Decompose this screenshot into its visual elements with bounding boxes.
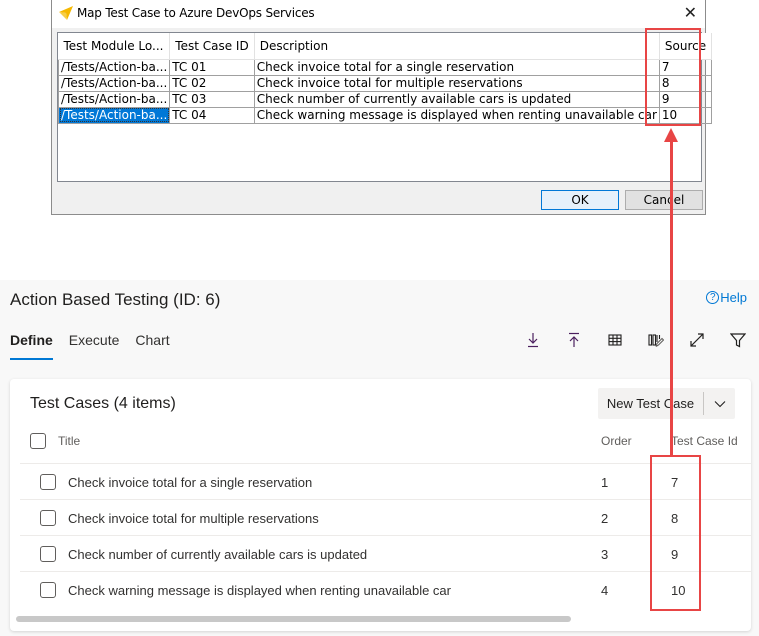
tab-execute[interactable]: Execute xyxy=(69,332,120,360)
test-case-id: 7 xyxy=(671,475,679,490)
test-case-order: 3 xyxy=(601,547,609,562)
cell-module-selected[interactable]: /Tests/Action-ba... xyxy=(57,106,171,124)
new-test-case-button[interactable]: New Test Case xyxy=(598,388,703,419)
col-header-source[interactable]: Source xyxy=(659,33,713,60)
test-case-title[interactable]: Check invoice total for a single reserva… xyxy=(68,475,312,490)
horizontal-scrollbar[interactable] xyxy=(16,616,571,622)
cell-test-case-id[interactable]: TC 01 xyxy=(169,58,255,76)
row-checkbox[interactable] xyxy=(40,582,56,598)
select-all-checkbox[interactable] xyxy=(30,433,46,449)
test-case-id: 8 xyxy=(671,511,679,526)
row-checkbox[interactable] xyxy=(40,510,56,526)
filter-button[interactable] xyxy=(717,330,758,350)
expand-icon xyxy=(689,333,704,347)
card-title: Test Cases (4 items) xyxy=(30,395,176,412)
mapping-grid: Test Module Lo... Test Case ID Descripti… xyxy=(57,32,713,182)
cell-test-case-id[interactable]: TC 03 xyxy=(169,90,255,108)
ok-button[interactable]: OK xyxy=(541,190,619,210)
grid-header-row: Test Module Lo... Test Case ID Descripti… xyxy=(58,33,713,60)
grid-row[interactable]: /Tests/Action-ba... TC 01 Check invoice … xyxy=(57,58,713,76)
grid-row-selected[interactable]: /Tests/Action-ba... TC 04 Check warning … xyxy=(57,106,713,124)
col-header-test-case-id[interactable]: Test Case ID xyxy=(169,33,255,60)
grid-row[interactable]: /Tests/Action-ba... TC 02 Check invoice … xyxy=(57,74,713,92)
filter-icon xyxy=(729,333,746,348)
tab-chart[interactable]: Chart xyxy=(135,332,169,360)
test-cases-card: Test Cases (4 items) New Test Case Title… xyxy=(10,379,751,631)
toolbar xyxy=(512,330,758,350)
export-button[interactable] xyxy=(512,330,553,350)
dialog-titlebar[interactable]: Map Test Case to Azure DevOps Services ✕ xyxy=(52,0,705,28)
grid-icon xyxy=(607,334,622,346)
test-case-row[interactable]: Check invoice total for multiple reserva… xyxy=(20,499,751,535)
test-case-title[interactable]: Check warning message is displayed when … xyxy=(68,583,451,598)
test-case-row[interactable]: Check invoice total for a single reserva… xyxy=(20,463,751,499)
chevron-down-icon xyxy=(714,400,725,407)
test-case-row[interactable]: Check number of currently available cars… xyxy=(20,535,751,571)
cell-description[interactable]: Check invoice total for a single reserva… xyxy=(253,58,660,76)
column-options-icon xyxy=(647,334,664,347)
cell-source[interactable]: 10 xyxy=(658,106,713,124)
app-logo-icon xyxy=(59,6,73,20)
map-test-case-dialog: Map Test Case to Azure DevOps Services ✕… xyxy=(51,0,713,215)
cell-test-case-id[interactable]: TC 04 xyxy=(169,106,255,124)
import-button[interactable] xyxy=(553,330,594,350)
cell-source[interactable]: 9 xyxy=(658,90,713,108)
col-header-test-case-id[interactable]: Test Case Id xyxy=(671,434,738,448)
tab-bar: Define Execute Chart xyxy=(10,332,170,360)
cell-description[interactable]: Check warning message is displayed when … xyxy=(253,106,660,124)
cell-source[interactable]: 8 xyxy=(658,74,713,92)
close-icon[interactable]: ✕ xyxy=(684,3,697,22)
fullscreen-button[interactable] xyxy=(676,330,717,350)
test-case-order: 1 xyxy=(601,475,609,490)
cell-test-case-id[interactable]: TC 02 xyxy=(169,74,255,92)
cell-description[interactable]: Check number of currently available cars… xyxy=(253,90,660,108)
help-icon: ? xyxy=(706,291,720,304)
grid-row[interactable]: /Tests/Action-ba... TC 03 Check number o… xyxy=(57,90,713,108)
test-case-row[interactable]: Check warning message is displayed when … xyxy=(20,571,751,607)
row-checkbox[interactable] xyxy=(40,546,56,562)
test-case-title[interactable]: Check number of currently available cars… xyxy=(68,547,367,562)
cell-module[interactable]: /Tests/Action-ba... xyxy=(57,90,171,108)
cell-module[interactable]: /Tests/Action-ba... xyxy=(57,74,171,92)
new-test-case-dropdown[interactable] xyxy=(704,388,735,419)
test-case-order: 2 xyxy=(601,511,609,526)
help-link[interactable]: ? Help xyxy=(706,290,747,305)
col-header-description[interactable]: Description xyxy=(254,33,660,60)
dialog-title: Map Test Case to Azure DevOps Services xyxy=(77,6,315,20)
cell-description[interactable]: Check invoice total for multiple reserva… xyxy=(253,74,660,92)
cancel-button[interactable]: Cancel xyxy=(625,190,703,210)
column-options-button[interactable] xyxy=(635,330,676,350)
cell-source[interactable]: 7 xyxy=(658,58,713,76)
test-case-id: 9 xyxy=(671,547,679,562)
cell-module[interactable]: /Tests/Action-ba... xyxy=(57,58,171,76)
download-icon xyxy=(527,333,538,348)
col-header-order[interactable]: Order xyxy=(601,434,632,448)
col-header-title[interactable]: Title xyxy=(58,434,80,448)
col-header-module[interactable]: Test Module Lo... xyxy=(58,33,171,60)
test-case-id: 10 xyxy=(671,583,686,598)
help-label: Help xyxy=(720,290,747,305)
test-case-order: 4 xyxy=(601,583,609,598)
upload-icon xyxy=(568,332,579,347)
row-checkbox[interactable] xyxy=(40,474,56,490)
test-suite-page: Action Based Testing (ID: 6) ? Help Defi… xyxy=(0,280,759,636)
new-test-case-split-button: New Test Case xyxy=(598,388,735,419)
grid-view-button[interactable] xyxy=(594,330,635,350)
tab-define[interactable]: Define xyxy=(10,332,53,360)
page-title: Action Based Testing (ID: 6) xyxy=(10,290,221,309)
test-case-title[interactable]: Check invoice total for multiple reserva… xyxy=(68,511,319,526)
